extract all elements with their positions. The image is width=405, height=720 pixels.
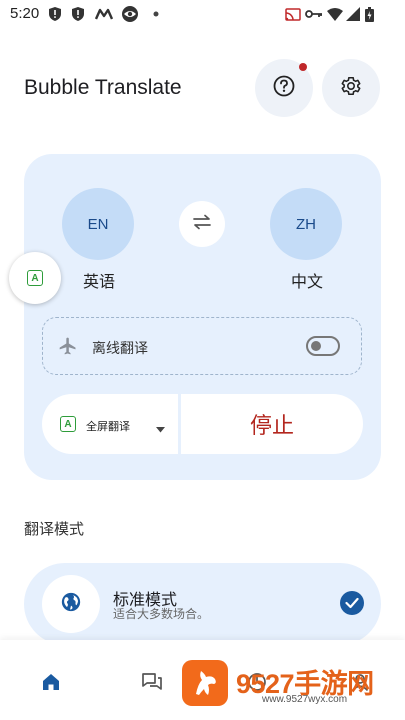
mode-icon-wrap xyxy=(42,575,100,633)
shield-alert-icon xyxy=(70,6,86,22)
swap-languages-button[interactable] xyxy=(179,201,225,247)
key-icon xyxy=(305,6,323,22)
airplane-icon xyxy=(57,336,79,361)
floating-translate-bubble[interactable]: A xyxy=(9,252,61,304)
signal-icon xyxy=(345,6,361,22)
m-logo-icon xyxy=(94,6,114,22)
source-language-label: 英语 xyxy=(83,274,116,291)
status-bar: 5:20 xyxy=(0,0,405,28)
status-time: 5:20 xyxy=(10,5,40,22)
cast-icon xyxy=(284,6,302,22)
source-language-button[interactable]: EN xyxy=(62,188,134,260)
battery-icon xyxy=(363,6,375,22)
target-language-code: ZH xyxy=(296,215,316,233)
swap-arrows-icon xyxy=(192,214,212,235)
checkmark-icon xyxy=(340,591,364,615)
wifi-icon xyxy=(326,6,344,22)
a-translate-icon: A xyxy=(60,416,76,432)
mode-dropdown-label: 全屏翻译 xyxy=(86,421,130,433)
offline-toggle[interactable] xyxy=(306,336,340,356)
dropdown-arrow-icon xyxy=(156,420,165,438)
settings-button[interactable] xyxy=(322,59,380,117)
toggle-knob xyxy=(311,341,321,351)
nav-chat[interactable] xyxy=(140,672,164,696)
source-language-code: EN xyxy=(87,215,109,233)
target-language-button[interactable]: ZH xyxy=(270,188,342,260)
help-icon xyxy=(273,75,295,102)
mode-subtitle: 适合大多数场合。 xyxy=(113,607,210,621)
shield-alert-icon xyxy=(47,6,63,22)
notification-dot xyxy=(299,63,307,71)
watermark-url: www.9527wyx.com xyxy=(262,694,348,705)
target-language-label: 中文 xyxy=(291,274,324,291)
nav-home[interactable] xyxy=(39,672,63,696)
watermark-logo xyxy=(182,660,228,706)
stop-button-label: 停止 xyxy=(249,413,294,438)
home-icon xyxy=(41,672,61,697)
eye-icon xyxy=(120,6,140,22)
a-translate-icon: A xyxy=(27,270,43,286)
dot-icon xyxy=(148,6,164,22)
mode-a-icon-wrap: A xyxy=(60,416,76,432)
globe-icon xyxy=(60,591,82,618)
gear-icon xyxy=(340,75,362,102)
stop-button[interactable]: 停止 xyxy=(181,394,363,454)
offline-translation-label: 离线翻译 xyxy=(92,340,148,356)
chat-icon xyxy=(141,672,163,697)
translation-mode-section-title: 翻译模式 xyxy=(24,521,85,538)
app-title: Bubble Translate xyxy=(24,76,182,99)
